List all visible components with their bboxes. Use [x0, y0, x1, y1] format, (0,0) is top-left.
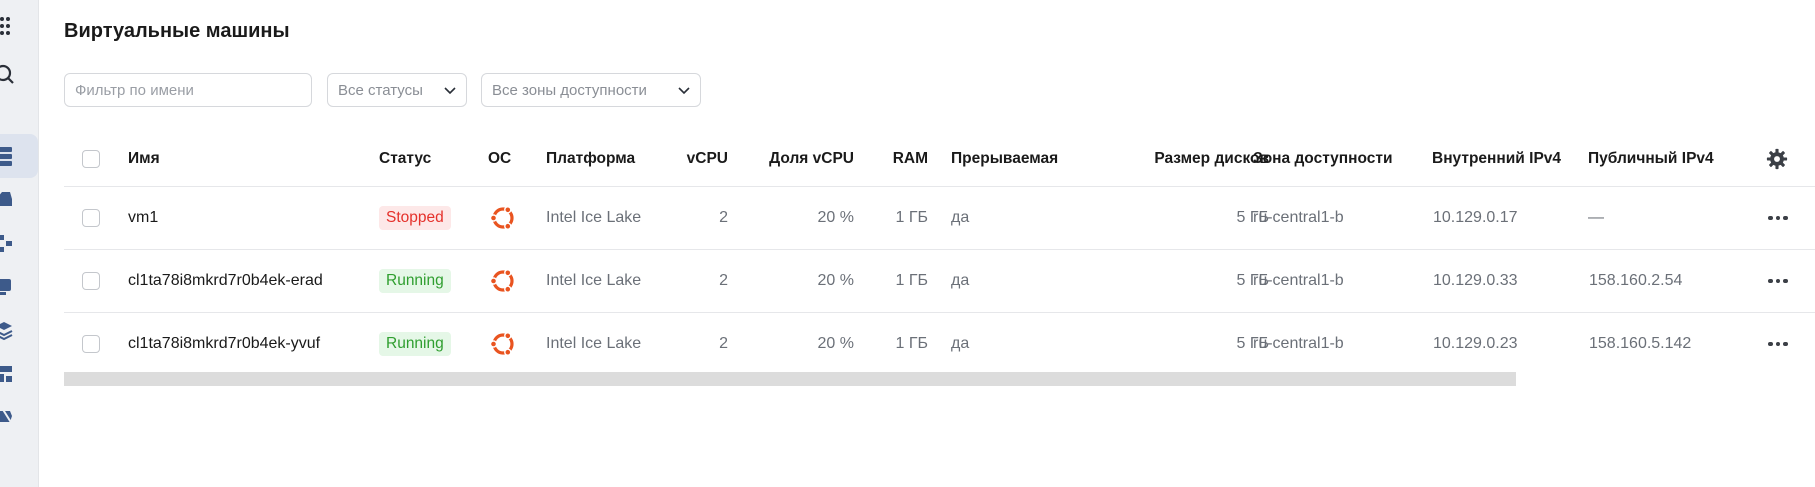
vcpu-share: 20 % — [817, 209, 854, 226]
disk-size: 5 ГБ — [1236, 335, 1269, 352]
public-ipv4: 158.160.2.54 — [1589, 272, 1683, 289]
row-actions-cell — [1768, 313, 1788, 375]
status-badge: Running — [379, 269, 451, 293]
more-actions-icon[interactable] — [1768, 341, 1788, 347]
column-header-platform[interactable]: Платформа — [546, 132, 635, 186]
vm-name[interactable]: vm1 — [128, 187, 158, 249]
column-header-status[interactable]: Статус — [379, 132, 431, 186]
table-row[interactable]: cl1ta78i8mkrd7r0b4ek-yvuf Running Intel … — [64, 313, 1815, 375]
layers-icon[interactable] — [0, 318, 24, 342]
status-badge: Running — [379, 332, 451, 356]
vm-name[interactable]: cl1ta78i8mkrd7r0b4ek-erad — [128, 250, 323, 312]
preemptible: да — [951, 272, 970, 289]
table-settings-cell — [1766, 132, 1788, 186]
internal-ipv4: 10.129.0.17 — [1433, 209, 1518, 226]
column-header-name[interactable]: Имя — [128, 132, 160, 186]
vcpu: 2 — [719, 209, 728, 226]
platform: Intel Ice Lake — [546, 272, 642, 289]
table-row[interactable]: cl1ta78i8mkrd7r0b4ek-erad Running Intel … — [64, 250, 1815, 313]
gear-icon[interactable] — [1766, 148, 1788, 170]
public-ipv4: 158.160.5.142 — [1589, 335, 1692, 352]
horizontal-scrollbar[interactable] — [64, 372, 1516, 386]
os-cell — [488, 250, 518, 312]
internal-ipv4: 10.129.0.23 — [1433, 335, 1518, 352]
vcpu: 2 — [719, 335, 728, 352]
disk-size: 5 ГБ — [1236, 209, 1269, 226]
table-row[interactable]: vm1 Stopped Intel Ice Lake 2 20 % 1 ГБ д… — [64, 187, 1815, 250]
name-filter-input[interactable] — [64, 73, 312, 107]
ubuntu-icon — [489, 206, 514, 230]
ubuntu-icon — [489, 332, 514, 356]
zone: ru-central1-b — [1253, 272, 1344, 289]
column-header-ram[interactable]: RAM — [864, 132, 928, 186]
vcpu-share: 20 % — [817, 272, 854, 289]
search-icon[interactable] — [0, 63, 24, 87]
column-header-internal-ipv4[interactable]: Внутренний IPv4 — [1432, 132, 1561, 186]
apps-grid-icon[interactable] — [0, 14, 24, 38]
display-icon[interactable] — [0, 275, 24, 299]
zone: ru-central1-b — [1253, 209, 1344, 226]
status-cell: Running — [379, 250, 451, 312]
vm-name[interactable]: cl1ta78i8mkrd7r0b4ek-yvuf — [128, 313, 320, 375]
column-header-disk-size[interactable]: Размер дисков — [1104, 132, 1269, 186]
snapshots-icon[interactable] — [0, 404, 24, 428]
internal-ipv4: 10.129.0.33 — [1433, 272, 1518, 289]
status-cell: Running — [379, 313, 451, 375]
zone-filter-select[interactable]: Все зоны доступности — [481, 73, 701, 107]
row-checkbox-cell — [82, 250, 100, 312]
platform: Intel Ice Lake — [546, 209, 642, 226]
chevron-down-icon — [678, 87, 690, 95]
column-header-vcpu-share[interactable]: Доля vCPU — [754, 132, 854, 186]
more-actions-icon[interactable] — [1768, 215, 1788, 221]
vcpu-share: 20 % — [817, 335, 854, 352]
row-actions-cell — [1768, 187, 1788, 249]
instance-groups-icon[interactable] — [0, 362, 24, 386]
zone: ru-central1-b — [1253, 335, 1344, 352]
column-header-public-ipv4[interactable]: Публичный IPv4 — [1588, 132, 1714, 186]
ram: 1 ГБ — [895, 209, 928, 226]
vcpu: 2 — [719, 272, 728, 289]
row-checkbox[interactable] — [82, 335, 100, 353]
select-all-checkbox[interactable] — [82, 150, 100, 168]
row-actions-cell — [1768, 250, 1788, 312]
chevron-down-icon — [444, 87, 456, 95]
os-cell — [488, 313, 518, 375]
network-icon[interactable] — [0, 231, 24, 255]
select-all-cell — [82, 132, 100, 186]
public-ipv4: — — [1588, 209, 1604, 226]
ubuntu-icon — [489, 269, 514, 293]
column-header-vcpu[interactable]: vCPU — [664, 132, 728, 186]
row-checkbox-cell — [82, 187, 100, 249]
status-badge: Stopped — [379, 206, 451, 230]
os-cell — [488, 187, 518, 249]
page-title: Виртуальные машины — [64, 20, 290, 42]
status-filter-select[interactable]: Все статусы — [327, 73, 467, 107]
table-header-row: Имя Статус ОС Платформа vCPU Доля vCPU R… — [64, 132, 1815, 187]
zone-filter-value: Все зоны доступности — [492, 81, 647, 99]
ram: 1 ГБ — [895, 335, 928, 352]
platform: Intel Ice Lake — [546, 335, 642, 352]
left-nav-rail — [0, 0, 39, 487]
column-header-zone[interactable]: Зона доступности — [1253, 132, 1393, 186]
servers-icon[interactable] — [0, 144, 24, 168]
status-cell: Stopped — [379, 187, 451, 249]
vm-table: Имя Статус ОС Платформа vCPU Доля vCPU R… — [64, 132, 1815, 375]
row-checkbox[interactable] — [82, 272, 100, 290]
column-header-os[interactable]: ОС — [488, 132, 511, 186]
row-checkbox-cell — [82, 313, 100, 375]
preemptible: да — [951, 335, 970, 352]
status-filter-value: Все статусы — [338, 81, 423, 99]
row-checkbox[interactable] — [82, 209, 100, 227]
disk-size: 5 ГБ — [1236, 272, 1269, 289]
ram: 1 ГБ — [895, 272, 928, 289]
more-actions-icon[interactable] — [1768, 278, 1788, 284]
column-header-preemptible[interactable]: Прерываемая — [951, 132, 1058, 186]
preemptible: да — [951, 209, 970, 226]
disk-icon[interactable] — [0, 187, 24, 211]
